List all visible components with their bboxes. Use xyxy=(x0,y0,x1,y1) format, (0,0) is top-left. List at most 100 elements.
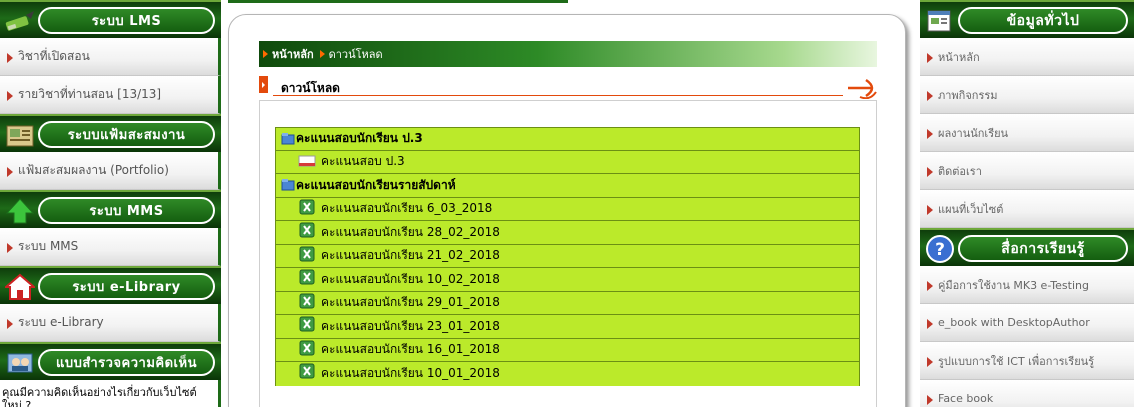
section-marker-icon xyxy=(259,76,268,93)
spreadsheet-icon xyxy=(299,316,315,335)
menu-item-label: Face book xyxy=(938,392,994,405)
menu-item-label: หน้าหลัก xyxy=(938,50,980,64)
up-arrow-icon xyxy=(4,196,36,226)
menu-item-sitemap[interactable]: แผนที่เว็บไซต์ xyxy=(920,190,1134,228)
arrow-icon xyxy=(927,53,933,63)
portfolio-section-title: ระบบแฟ้มสะสมงาน xyxy=(38,121,215,148)
menu-item-portfolio[interactable]: แฟ้มสะสมผลงาน (Portfolio) xyxy=(0,152,221,190)
menu-item-home[interactable]: หน้าหลัก xyxy=(920,38,1134,76)
menu-item-ict-learning[interactable]: รูปแบบการใช้ ICT เพื่อการเรียนรู้ xyxy=(920,342,1134,380)
document-icon xyxy=(298,154,316,171)
menu-item-label: แผนที่เว็บไซต์ xyxy=(938,202,1004,216)
survey-question: คุณมีความคิดเห็นอย่างไรเกี่ยวกับเว็บไซต์… xyxy=(0,380,221,407)
spreadsheet-icon xyxy=(299,199,315,218)
file-row[interactable]: คะแนนสอบนักเรียน 28_02_2018 xyxy=(275,221,860,245)
right-sidebar: ข้อมูลทั่วไป หน้าหลัก ภาพกิจกรรม ผลงานนั… xyxy=(920,0,1134,407)
arrow-icon xyxy=(927,205,933,215)
general-info-section-title: ข้อมูลทั่วไป xyxy=(958,7,1128,34)
downloads-header: ดาวน์โหลด xyxy=(259,72,879,100)
menu-item-label: ภาพกิจกรรม xyxy=(938,88,998,102)
mms-section-header: ระบบ MMS xyxy=(0,190,221,228)
arrow-icon xyxy=(927,129,933,139)
file-label: คะแนนสอบนักเรียน 10_01_2018 xyxy=(321,366,500,381)
file-row[interactable]: คะแนนสอบนักเรียน 21_02_2018 xyxy=(275,244,860,268)
file-row[interactable]: คะแนนสอบนักเรียน 10_02_2018 xyxy=(275,268,860,292)
arrow-icon xyxy=(927,281,933,291)
general-info-section-header: ข้อมูลทั่วไป xyxy=(920,0,1134,38)
elibrary-section-title: ระบบ e-Library xyxy=(38,273,215,300)
menu-item-mk3-manual[interactable]: คู่มือการใช้งาน MK3 e-Testing xyxy=(920,266,1134,304)
menu-item-label: ระบบ MMS xyxy=(18,239,79,253)
learning-media-section-title: สื่อการเรียนรู้ xyxy=(958,235,1128,262)
spreadsheet-icon xyxy=(299,363,315,382)
file-row[interactable]: คะแนนสอบนักเรียน 23_01_2018 xyxy=(275,315,860,339)
downloads-tree: คะแนนสอบนักเรียน ป.3 คะแนนสอบ ป.3 คะแนนส… xyxy=(275,127,860,386)
learning-media-section-header: ? สื่อการเรียนรู้ xyxy=(920,228,1134,266)
title-underline xyxy=(273,95,843,96)
category-row[interactable]: คะแนนสอบนักเรียน ป.3 xyxy=(275,127,860,151)
arrow-icon xyxy=(7,319,13,329)
menu-item-contact[interactable]: ติดต่อเรา xyxy=(920,152,1134,190)
top-divider xyxy=(228,0,568,3)
help-icon: ? xyxy=(924,234,956,264)
menu-item-label: e_book with DesktopAuthor xyxy=(938,316,1090,329)
mms-section-title: ระบบ MMS xyxy=(38,197,215,224)
file-label: คะแนนสอบนักเรียน 21_02_2018 xyxy=(321,248,500,263)
menu-item-label: คู่มือการใช้งาน MK3 e-Testing xyxy=(938,278,1089,292)
breadcrumb-arrow-icon xyxy=(319,50,325,58)
spreadsheet-icon xyxy=(299,269,315,288)
menu-item-label: ผลงานนักเรียน xyxy=(938,126,1009,140)
spreadsheet-icon xyxy=(299,340,315,359)
info-window-icon xyxy=(924,6,956,36)
breadcrumb-arrow-icon xyxy=(263,50,268,58)
file-label: คะแนนสอบนักเรียน 28_02_2018 xyxy=(321,224,500,239)
breadcrumb-home-link[interactable]: หน้าหลัก xyxy=(272,45,314,63)
arrow-icon xyxy=(927,91,933,101)
menu-item-ebook[interactable]: e_book with DesktopAuthor xyxy=(920,304,1134,342)
survey-icon xyxy=(4,348,36,378)
file-row[interactable]: คะแนนสอบนักเรียน 16_01_2018 xyxy=(275,338,860,362)
spreadsheet-icon xyxy=(299,222,315,241)
page: ระบบ LMS วิชาที่เปิดสอน รายวิชาที่ท่านสอ… xyxy=(0,0,1134,407)
file-label: คะแนนสอบนักเรียน 29_01_2018 xyxy=(321,295,500,310)
pencil-icon xyxy=(4,6,36,36)
category-row[interactable]: คะแนนสอบนักเรียนรายสัปดาห์ xyxy=(275,174,860,198)
menu-item-label: รูปแบบการใช้ ICT เพื่อการเรียนรู้ xyxy=(938,354,1095,368)
file-row[interactable]: คะแนนสอบนักเรียน 6_03_2018 xyxy=(275,197,860,221)
file-row[interactable]: คะแนนสอบนักเรียน 10_01_2018 xyxy=(275,362,860,386)
menu-item-open-courses[interactable]: วิชาที่เปิดสอน xyxy=(0,38,221,76)
file-label: คะแนนสอบ ป.3 xyxy=(321,154,405,169)
file-row[interactable]: คะแนนสอบ ป.3 xyxy=(275,150,860,174)
file-label: คะแนนสอบนักเรียน 6_03_2018 xyxy=(321,201,493,216)
survey-section-title: แบบสำรวจความคิดเห็น xyxy=(38,349,215,376)
portfolio-section-header: ระบบแฟ้มสะสมงาน xyxy=(0,114,221,152)
file-label: คะแนนสอบนักเรียน 16_01_2018 xyxy=(321,342,500,357)
file-label: คะแนนสอบนักเรียน 10_02_2018 xyxy=(321,271,500,286)
arrow-icon xyxy=(927,357,933,367)
left-sidebar: ระบบ LMS วิชาที่เปิดสอน รายวิชาที่ท่านสอ… xyxy=(0,0,221,407)
menu-item-my-courses[interactable]: รายวิชาที่ท่านสอน [13/13] xyxy=(0,76,221,114)
menu-item-label: รายวิชาที่ท่านสอน [13/13] xyxy=(18,87,162,101)
menu-item-label: แฟ้มสะสมผลงาน (Portfolio) xyxy=(18,163,169,177)
lms-section-header: ระบบ LMS xyxy=(0,0,221,38)
menu-item-label: ติดต่อเรา xyxy=(938,164,982,178)
folder-icon xyxy=(281,178,295,195)
breadcrumb: หน้าหลัก ดาวน์โหลด xyxy=(259,41,877,67)
file-row[interactable]: คะแนนสอบนักเรียน 29_01_2018 xyxy=(275,291,860,315)
arrow-icon xyxy=(927,319,933,329)
menu-item-label: ระบบ e-Library xyxy=(18,315,104,329)
menu-item-mms[interactable]: ระบบ MMS xyxy=(0,228,221,266)
breadcrumb-current: ดาวน์โหลด xyxy=(328,48,383,61)
menu-item-elibrary[interactable]: ระบบ e-Library xyxy=(0,304,221,342)
file-label: คะแนนสอบนักเรียน 23_01_2018 xyxy=(321,318,500,333)
arrow-icon xyxy=(7,167,13,177)
menu-item-student-works[interactable]: ผลงานนักเรียน xyxy=(920,114,1134,152)
menu-item-facebook[interactable]: Face book xyxy=(920,380,1134,407)
menu-item-label: วิชาที่เปิดสอน xyxy=(18,49,90,63)
elibrary-section-header: ระบบ e-Library xyxy=(0,266,221,304)
category-label: คะแนนสอบนักเรียนรายสัปดาห์ xyxy=(296,177,456,192)
arrow-icon xyxy=(7,243,13,253)
menu-item-activities[interactable]: ภาพกิจกรรม xyxy=(920,76,1134,114)
spreadsheet-icon xyxy=(299,246,315,265)
arrow-icon xyxy=(7,53,13,63)
